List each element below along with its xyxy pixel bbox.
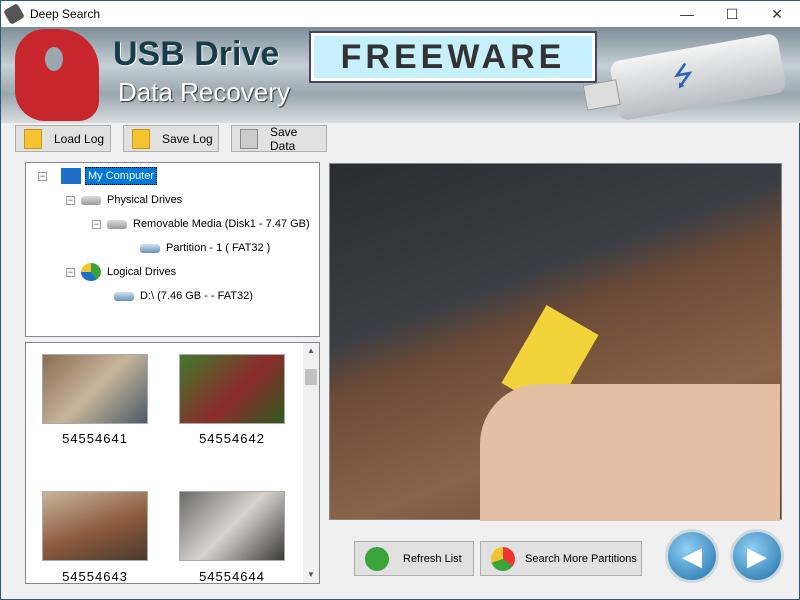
tree-item-logical-drives[interactable]: − Logical Drives [66,262,176,282]
thumbnail-caption: 54554644 [199,569,265,584]
app-icon [3,3,25,25]
scroll-thumb[interactable] [305,369,317,385]
window-title: Deep Search [30,7,101,21]
previous-button[interactable]: ◀ [665,529,719,583]
scroll-down-button[interactable]: ▼ [303,567,319,583]
tree-item-removable-media[interactable]: − Removable Media (Disk1 - 7.47 GB) [92,214,310,234]
tree-label: My Computer [85,167,158,185]
refresh-icon [365,546,389,571]
maximize-button[interactable]: ☐ [709,1,755,27]
minimize-button[interactable]: — [664,1,710,27]
logo-icon [15,29,99,121]
tree-label: Partition - 1 ( FAT32 ) [166,242,271,254]
drive-tree[interactable]: − My Computer − Physical Drives − Removable… [25,162,320,337]
thumbnail-caption: 54554643 [62,569,128,584]
refresh-label: Refresh List [403,552,462,565]
drive-icon [107,219,127,229]
tree-item-partition[interactable]: Partition - 1 ( FAT32 ) [140,238,270,258]
tree-label: Removable Media (Disk1 - 7.47 GB) [133,218,310,230]
thumbnail-image[interactable] [42,491,148,561]
thumbnail-caption: 54554641 [62,431,128,446]
search-more-label: Search More Partitions [525,552,637,565]
thumbnail-list[interactable]: 54554641 54554642 54554643 54554644 ▲ ▼ [25,342,320,584]
collapse-icon[interactable]: − [38,171,47,181]
thumbnail-caption: 54554642 [199,431,265,446]
computer-icon [61,168,81,184]
save-log-label: Save Log [162,131,213,146]
hand-image [480,384,780,521]
tree-label: D:\ (7.46 GB - - FAT32) [140,290,253,302]
freeware-badge: FREEWARE [309,31,597,83]
preview-image [329,163,782,521]
pie-chart-icon [491,546,515,571]
thumbnail-image[interactable] [42,354,148,424]
collapse-icon[interactable]: − [92,219,101,229]
search-more-partitions-button[interactable]: Search More Partitions [480,541,642,576]
tree-item-physical-drives[interactable]: − Physical Drives [66,190,182,210]
usb-drive-icon: ⭍ [582,32,787,122]
usb-symbol-icon: ⭍ [670,58,697,93]
vertical-scrollbar[interactable]: ▲ ▼ [303,343,319,583]
save-data-icon [240,128,258,149]
tree-item-my-computer[interactable]: − My Computer [38,166,158,186]
close-button[interactable]: ✕ [754,1,800,27]
tree-label: Physical Drives [107,194,183,206]
title-bar: Deep Search — ☐ ✕ [1,1,800,27]
thumbnail-image[interactable] [179,491,285,561]
logical-drives-icon [81,263,101,281]
drive-icon [81,195,101,205]
collapse-icon[interactable]: − [66,195,75,205]
tree-label: Logical Drives [107,266,177,278]
save-data-label: Save Data [269,124,298,153]
save-log-icon [132,128,150,149]
thumbnail-image[interactable] [179,354,285,424]
banner-subtitle: Data Recovery [118,77,290,107]
drive-icon [114,291,134,301]
load-log-label: Load Log [54,131,105,146]
banner: USB Drive Data Recovery FREEWARE ⭍ [1,27,800,123]
next-button[interactable]: ▶ [730,529,784,583]
tree-item-drive-d[interactable]: D:\ (7.46 GB - - FAT32) [114,286,253,306]
load-log-button[interactable]: Load Log [15,125,111,152]
load-log-icon [24,128,42,149]
save-log-button[interactable]: Save Log [123,125,219,152]
partition-icon [140,243,160,253]
collapse-icon[interactable]: − [66,267,75,277]
scroll-up-button[interactable]: ▲ [303,343,319,359]
save-data-button[interactable]: Save Data [231,124,327,153]
refresh-list-button[interactable]: Refresh List [354,541,474,576]
banner-title: USB Drive [113,35,280,73]
